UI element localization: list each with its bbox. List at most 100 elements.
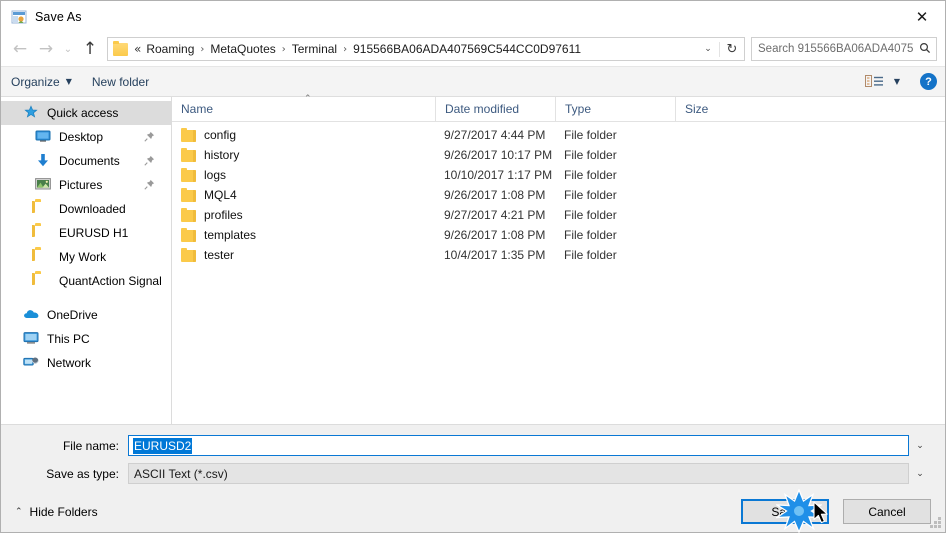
view-layout-icon[interactable] <box>864 74 885 89</box>
address-bar[interactable]: « Roaming › MetaQuotes › Terminal › 9155… <box>107 37 745 61</box>
file-name-cell: config <box>172 128 435 142</box>
file-name-label: history <box>204 148 240 162</box>
table-row[interactable]: tester 10/4/2017 1:35 PM File folder <box>172 245 945 265</box>
file-name-dropdown-icon[interactable]: ⌄ <box>909 441 931 451</box>
sidebar-item-onedrive[interactable]: OneDrive <box>1 303 171 327</box>
onedrive-icon <box>23 307 40 323</box>
hide-folders-button[interactable]: ⌃ Hide Folders <box>15 505 98 519</box>
refresh-icon[interactable]: ↻ <box>719 41 744 57</box>
desktop-icon <box>35 129 52 145</box>
address-bar-row: ← → ⌄ ↑ « Roaming › MetaQuotes › Termina… <box>1 32 945 66</box>
breadcrumb-item-terminal[interactable]: Terminal <box>292 42 337 56</box>
column-header-label: Size <box>685 102 709 116</box>
pin-icon[interactable] <box>144 155 155 166</box>
chevron-down-icon[interactable]: ▼ <box>894 77 900 86</box>
sidebar-item-pictures[interactable]: Pictures <box>1 173 171 197</box>
table-row[interactable]: config 9/27/2017 4:44 PM File folder <box>172 125 945 145</box>
sidebar-item-downloaded[interactable]: Downloaded <box>1 197 171 221</box>
new-folder-button[interactable]: New folder <box>82 67 159 96</box>
file-name-input[interactable]: EURUSD2 <box>128 435 909 456</box>
file-date-cell: 9/26/2017 1:08 PM <box>444 228 546 242</box>
folder-icon <box>35 273 52 289</box>
search-icon <box>914 42 936 57</box>
resize-grip[interactable] <box>930 517 942 529</box>
sidebar-item-label: Documents <box>59 154 120 168</box>
file-name-label: templates <box>204 228 257 242</box>
file-name-cell: MQL4 <box>172 188 435 202</box>
forward-icon[interactable]: → <box>33 36 59 62</box>
sidebar-item-quick-access[interactable]: Quick access <box>1 101 171 125</box>
table-row[interactable]: history 9/26/2017 10:17 PM File folder <box>172 145 945 165</box>
column-header-name[interactable]: Name ⌃ <box>172 94 435 121</box>
file-name-row: File name: EURUSD2 ⌄ <box>15 435 931 456</box>
sidebar-item-label: Quick access <box>47 106 119 120</box>
file-rows: config 9/27/2017 4:44 PM File folder his… <box>172 122 945 424</box>
file-name-label: profiles <box>204 208 243 222</box>
pin-icon[interactable] <box>144 179 155 190</box>
folder-icon <box>181 128 196 142</box>
column-headers: Name ⌃ Date modified Type Size <box>172 94 945 122</box>
file-name-label: MQL4 <box>204 188 237 202</box>
chevron-down-icon: ▼ <box>65 77 72 86</box>
breadcrumb-item-metaquotes[interactable]: MetaQuotes <box>210 42 275 56</box>
table-row[interactable]: templates 9/26/2017 1:08 PM File folder <box>172 225 945 245</box>
cancel-button[interactable]: Cancel <box>843 499 931 524</box>
column-header-label: Name <box>181 102 214 116</box>
file-name-cell: history <box>172 148 435 162</box>
folder-icon <box>181 148 196 162</box>
file-name-cell: tester <box>172 248 435 262</box>
sidebar-item-label: Desktop <box>59 130 104 144</box>
hide-folders-label: Hide Folders <box>29 504 98 519</box>
file-name-label: config <box>204 128 237 142</box>
column-header-size[interactable]: Size <box>675 97 755 121</box>
breadcrumb-item-terminal-id[interactable]: 915566BA06ADA407569C544CC0D97611 <box>353 42 581 56</box>
breadcrumb-item-roaming[interactable]: Roaming <box>146 42 194 56</box>
folder-icon <box>181 228 196 242</box>
address-dropdown-icon[interactable]: ⌄ <box>697 44 719 54</box>
sidebar-item-this-pc[interactable]: This PC <box>1 327 171 351</box>
window-title: Save As <box>35 9 82 24</box>
table-row[interactable]: MQL4 9/26/2017 1:08 PM File folder <box>172 185 945 205</box>
back-icon[interactable]: ← <box>7 36 33 62</box>
table-row[interactable]: profiles 9/27/2017 4:21 PM File folder <box>172 205 945 225</box>
sidebar-item-quantaction-signal[interactable]: QuantAction Signal <box>1 269 171 293</box>
sort-ascending-icon: ⌃ <box>304 94 312 104</box>
organize-button[interactable]: Organize ▼ <box>1 67 82 96</box>
sidebar-item-label: Pictures <box>59 178 103 192</box>
pictures-icon <box>35 177 52 193</box>
sidebar-item-desktop[interactable]: Desktop <box>1 125 171 149</box>
folder-icon <box>113 40 128 56</box>
search-box[interactable]: Search 915566BA06ADA40756... <box>751 37 937 61</box>
star-pin-icon <box>23 105 40 121</box>
recent-locations-icon[interactable]: ⌄ <box>59 36 77 62</box>
save-as-type-select[interactable]: ASCII Text (*.csv) <box>128 463 909 484</box>
column-header-date-modified[interactable]: Date modified <box>435 97 555 121</box>
dialog-body: Quick access Desktop Documents Pictures … <box>1 94 945 424</box>
folder-icon <box>181 168 196 182</box>
save-as-type-label: Save as type: <box>46 466 119 481</box>
up-icon[interactable]: ↑ <box>77 36 103 62</box>
table-row[interactable]: logs 10/10/2017 1:17 PM File folder <box>172 165 945 185</box>
save-as-type-dropdown-icon[interactable]: ⌄ <box>909 469 931 479</box>
column-header-type[interactable]: Type <box>555 97 675 121</box>
folder-icon <box>35 225 52 241</box>
pin-icon[interactable] <box>144 131 155 142</box>
sidebar-item-network[interactable]: Network <box>1 351 171 375</box>
search-input[interactable]: Search 915566BA06ADA40756... <box>752 43 914 55</box>
toolbar: Organize ▼ New folder ▼ ? <box>1 66 945 97</box>
sidebar-item-documents[interactable]: Documents <box>1 149 171 173</box>
help-button[interactable]: ? <box>920 73 937 90</box>
close-icon[interactable]: ✕ <box>899 1 945 32</box>
breadcrumb: « Roaming › MetaQuotes › Terminal › 9155… <box>134 42 697 56</box>
file-name-cell: templates <box>172 228 435 242</box>
folder-icon <box>181 208 196 222</box>
sidebar-item-eurusd-h1[interactable]: EURUSD H1 <box>1 221 171 245</box>
file-date-cell: 10/4/2017 1:35 PM <box>444 248 546 262</box>
folder-icon <box>181 248 196 262</box>
sidebar-item-my-work[interactable]: My Work <box>1 245 171 269</box>
breadcrumb-overflow-icon[interactable]: « <box>134 42 141 56</box>
file-type-cell: File folder <box>564 248 617 262</box>
file-date-cell: 9/27/2017 4:21 PM <box>444 208 546 222</box>
file-list: Name ⌃ Date modified Type Size config 9/… <box>172 94 945 424</box>
